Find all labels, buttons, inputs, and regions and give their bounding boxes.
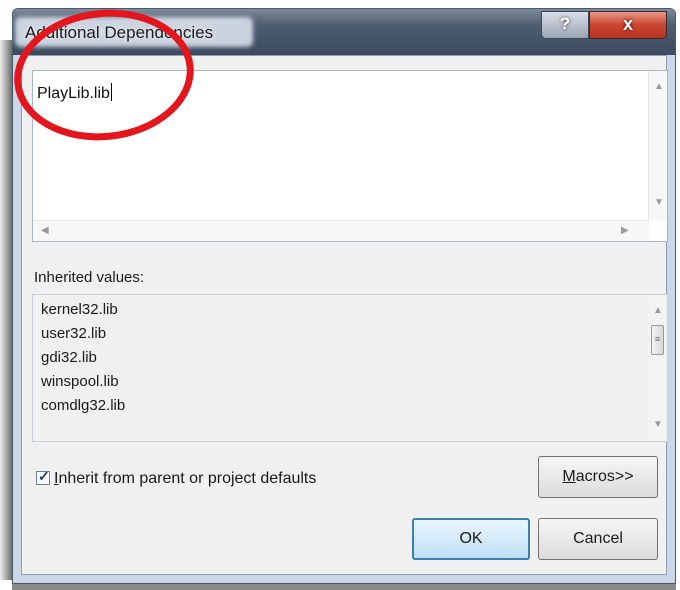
list-item: winspool.lib — [41, 373, 119, 390]
scroll-thumb[interactable]: ≡ — [651, 325, 664, 355]
textarea-vertical-scrollbar[interactable]: ▲ ▼ — [648, 71, 667, 221]
inherited-values-label: Inherited values: — [34, 269, 145, 286]
checkmark-icon: ✓ — [38, 468, 50, 484]
help-icon: ? — [559, 14, 571, 33]
list-item: comdlg32.lib — [41, 397, 126, 414]
scroll-left-icon[interactable]: ◀ — [41, 225, 49, 236]
inherit-label-rest: nherit from parent or project defaults — [58, 470, 317, 487]
scroll-down-icon[interactable]: ▼ — [653, 419, 663, 430]
inherit-checkbox-row[interactable]: ✓ Inherit from parent or project defaults — [36, 468, 316, 488]
ok-button[interactable]: OK — [412, 518, 530, 560]
textarea-horizontal-scrollbar[interactable]: ◀ ▶ — [33, 220, 649, 241]
inherited-vertical-scrollbar[interactable]: ▲ ≡ ▼ — [647, 295, 667, 441]
window-shadow — [0, 40, 12, 580]
inherit-checkbox[interactable]: ✓ — [36, 468, 50, 485]
close-button[interactable]: x — [589, 11, 667, 39]
cancel-button[interactable]: Cancel — [538, 518, 658, 560]
list-item: kernel32.lib — [41, 301, 118, 318]
inherited-values-list[interactable]: kernel32.lib user32.lib gdi32.lib winspo… — [32, 294, 668, 442]
inherit-checkbox-label: Inherit from parent or project defaults — [54, 470, 316, 487]
list-item: gdi32.lib — [41, 349, 97, 366]
close-icon: x — [622, 14, 633, 34]
scroll-up-icon[interactable]: ▲ — [654, 81, 664, 92]
macros-label-accelerator: M — [562, 468, 576, 485]
scroll-right-icon[interactable]: ▶ — [621, 225, 629, 236]
scroll-down-icon[interactable]: ▼ — [654, 197, 664, 208]
window-bottom-edge — [12, 584, 676, 590]
macros-label-rest: acros>> — [575, 468, 634, 485]
list-item: user32.lib — [41, 325, 107, 342]
scroll-up-icon[interactable]: ▲ — [653, 305, 663, 316]
help-button[interactable]: ? — [541, 11, 589, 39]
macros-button[interactable]: Macros>> — [538, 456, 658, 498]
